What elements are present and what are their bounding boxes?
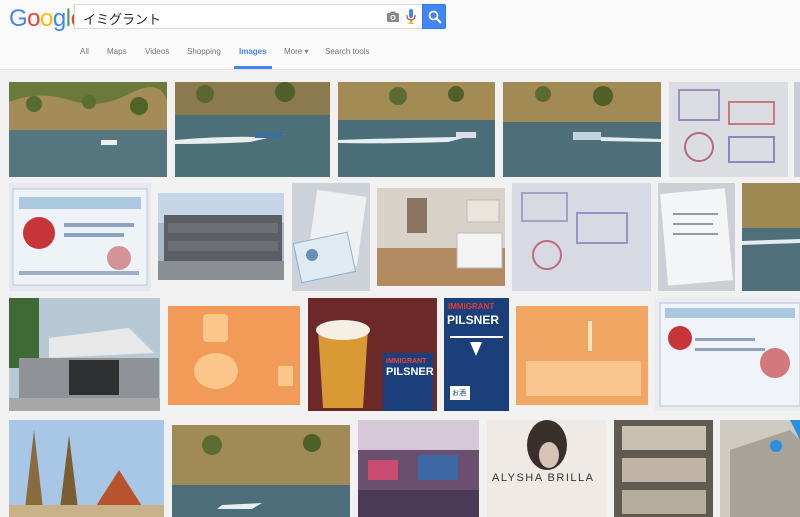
logo-letter: o	[27, 5, 41, 32]
image-result-motorboat[interactable]	[503, 82, 661, 177]
camera-icon[interactable]	[386, 10, 400, 24]
album-text: ALYSHA BRILLA	[492, 472, 595, 484]
image-result-beer-glass[interactable]: IMMIGRANT PILSNER	[308, 298, 437, 411]
header: Google イミグラント All Maps Videos Shopping I…	[0, 0, 800, 70]
tab-videos[interactable]: Videos	[145, 47, 169, 56]
can-label-main: PILSNER	[447, 313, 500, 327]
can-label-jp: お酒	[452, 389, 466, 397]
active-tab-indicator	[234, 66, 272, 69]
image-result-floating-market[interactable]	[358, 420, 479, 517]
tab-images[interactable]: Images	[239, 47, 267, 56]
image-result-album-cover[interactable]: ALYSHA BRILLA	[487, 420, 606, 517]
google-logo[interactable]: Google	[9, 5, 84, 33]
image-result-documents[interactable]	[658, 183, 735, 291]
tab-shopping[interactable]: Shopping	[187, 47, 221, 56]
search-icon	[428, 10, 442, 24]
image-result-kitchen-room[interactable]	[377, 188, 505, 286]
tab-search-tools[interactable]: Search tools	[325, 47, 369, 56]
tab-more[interactable]: More ▾	[284, 47, 308, 56]
image-result-temple[interactable]	[9, 420, 164, 517]
tab-maps[interactable]: Maps	[107, 47, 127, 56]
logo-letter: G	[9, 5, 28, 32]
image-result-thai-visa[interactable]	[9, 183, 151, 291]
image-result-visa-sticker[interactable]	[655, 298, 800, 411]
search-tabs: All Maps Videos Shopping Images More ▾ S…	[0, 44, 800, 70]
search-input[interactable]: イミグラント	[74, 4, 422, 29]
image-result-card-corner[interactable]	[720, 420, 800, 517]
image-result-old-stamps[interactable]	[614, 420, 713, 517]
logo-letter: o	[40, 5, 53, 32]
glass-label-top: IMMIGRANT	[386, 358, 427, 365]
image-result-lake-edge[interactable]	[742, 183, 800, 291]
image-result-lake-wide[interactable]	[172, 425, 350, 517]
image-result-apartment[interactable]	[158, 193, 284, 280]
image-result-card-in-hand[interactable]	[292, 183, 370, 291]
image-result-passport-stamps[interactable]	[669, 82, 788, 177]
tab-all[interactable]: All	[80, 47, 89, 56]
image-result-embassy-building[interactable]	[9, 298, 160, 411]
image-result-edge[interactable]	[794, 82, 800, 177]
can-label-top: IMMIGRANT	[448, 302, 495, 311]
image-result-speedboat[interactable]	[175, 82, 330, 177]
image-result-pilsner-can[interactable]: IMMIGRANT PILSNER お酒	[444, 298, 509, 411]
search-query[interactable]: イミグラント	[83, 9, 161, 28]
microphone-icon[interactable]	[406, 9, 416, 25]
search-button[interactable]	[422, 4, 446, 29]
image-result-passport-page[interactable]	[512, 183, 651, 291]
image-result-toilet[interactable]	[168, 306, 300, 405]
image-result-bathtub[interactable]	[516, 306, 648, 405]
logo-letter: g	[52, 5, 66, 32]
glass-label-main: PILSNER	[386, 366, 434, 378]
image-result-lake-boat[interactable]	[9, 82, 167, 177]
image-result-waterski[interactable]	[338, 82, 495, 177]
